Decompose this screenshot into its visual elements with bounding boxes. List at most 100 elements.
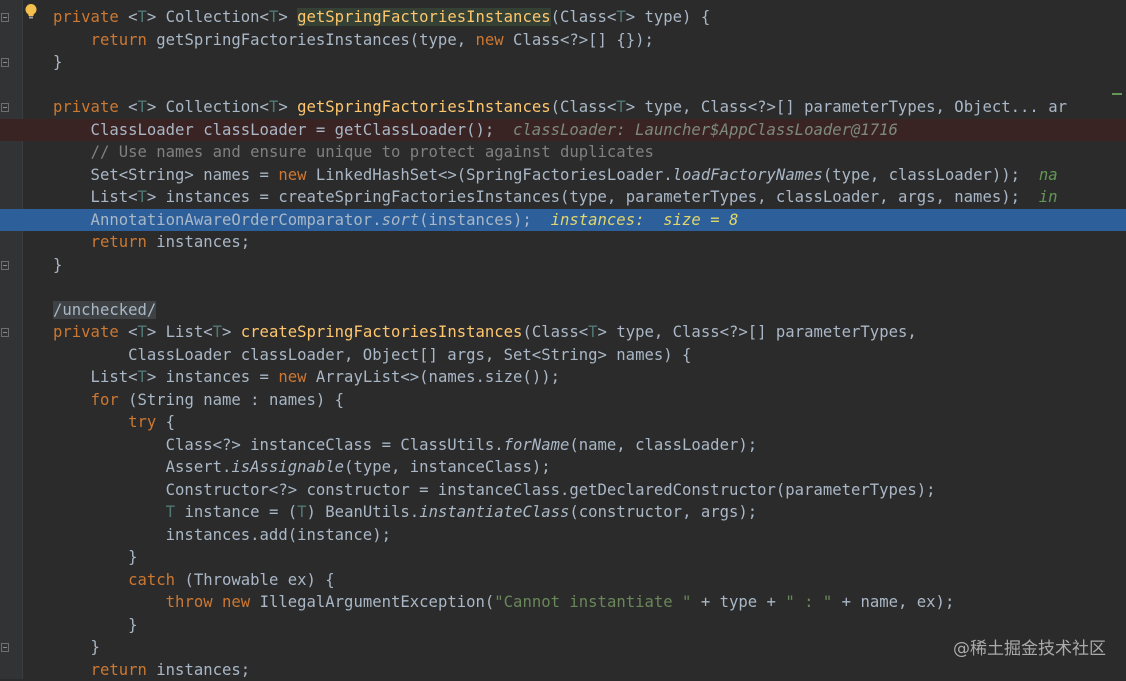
current-execution-line[interactable]: AnnotationAwareOrderComparator.sort(inst… [0, 209, 1126, 232]
token: (type, classLoader)); [823, 166, 1039, 184]
token: } [53, 616, 138, 634]
token: (Class< [522, 323, 588, 341]
code-line[interactable]: private <T> Collection<T> getSpringFacto… [0, 96, 1126, 119]
code-line[interactable]: } [0, 254, 1126, 277]
code-line[interactable]: ClassLoader classLoader, Object[] args, … [0, 344, 1126, 367]
line-text: AnnotationAwareOrderComparator.sort(inst… [53, 209, 738, 232]
code-line[interactable]: List<T> instances = new ArrayList<>(name… [0, 366, 1126, 389]
token [53, 571, 128, 589]
token [53, 143, 91, 161]
token: } [53, 638, 100, 656]
code-line[interactable]: } [0, 614, 1126, 637]
token [53, 413, 128, 431]
token: IllegalArgumentException( [260, 593, 495, 611]
line-text: } [53, 636, 100, 659]
token: instances.add(instance); [53, 526, 391, 544]
token: T [138, 98, 147, 116]
code-editor[interactable]: private <T> Collection<T> getSpringFacto… [0, 0, 1126, 679]
token: instances: size = 8 [551, 211, 739, 229]
token [53, 503, 166, 521]
code-line[interactable] [0, 74, 1126, 97]
line-text: try { [53, 411, 175, 434]
line-text: return getSpringFactoriesInstances(type,… [53, 29, 654, 52]
code-line[interactable]: catch (Throwable ex) { [0, 569, 1126, 592]
token: getSpringFactoriesInstances [297, 8, 550, 26]
line-text: throw new IllegalArgumentException("Cann… [53, 591, 954, 614]
code-line[interactable]: List<T> instances = createSpringFactorie… [0, 186, 1126, 209]
line-text: } [53, 51, 62, 74]
code-line[interactable]: private <T> Collection<T> getSpringFacto… [0, 6, 1126, 29]
token [53, 661, 91, 679]
token: for [91, 391, 129, 409]
code-line[interactable]: Class<?> instanceClass = ClassUtils.forN… [0, 434, 1126, 457]
line-text: // Use names and ensure unique to protec… [53, 141, 654, 164]
token [53, 31, 91, 49]
token: } [53, 256, 62, 274]
code-line[interactable]: Constructor<?> constructor = instanceCla… [0, 479, 1126, 502]
token: > [278, 98, 297, 116]
code-line[interactable]: T instance = (T) BeanUtils.instantiateCl… [0, 501, 1126, 524]
line-text: private <T> Collection<T> getSpringFacto… [53, 6, 710, 29]
code-line[interactable]: return instances; [0, 231, 1126, 254]
token [53, 391, 91, 409]
token: new [278, 166, 316, 184]
token: /unchecked/ [53, 301, 156, 319]
token: > type, Class<?>[] parameterTypes, Objec… [626, 98, 1067, 116]
scrollbar-marker[interactable] [1112, 93, 1122, 95]
token: > Collection< [147, 8, 269, 26]
token: > instances = [147, 368, 278, 386]
line-text: Constructor<?> constructor = instanceCla… [53, 479, 936, 502]
line-text: List<T> instances = createSpringFactorie… [53, 186, 1058, 209]
code-line[interactable]: Assert.isAssignable(type, instanceClass)… [0, 456, 1126, 479]
token: T [616, 8, 625, 26]
token: Assert. [53, 458, 231, 476]
token: T [297, 503, 306, 521]
token: instance = ( [184, 503, 297, 521]
line-text: } [53, 254, 62, 277]
code-line[interactable] [0, 276, 1126, 299]
token: throw new [166, 593, 260, 611]
token: (Class< [551, 8, 617, 26]
line-text: Set<String> names = new LinkedHashSet<>(… [53, 164, 1058, 187]
token: getSpringFactoriesInstances [297, 98, 550, 116]
code-line[interactable]: /unchecked/ [0, 299, 1126, 322]
code-line[interactable]: for (String name : names) { [0, 389, 1126, 412]
line-text: } [53, 614, 138, 637]
token: < [128, 323, 137, 341]
token: sort [382, 211, 420, 229]
code-line[interactable]: return getSpringFactoriesInstances(type,… [0, 29, 1126, 52]
token: T [269, 98, 278, 116]
code-line[interactable]: return instances; [0, 659, 1126, 681]
token: (instances); [419, 211, 550, 229]
token: private [53, 98, 128, 116]
code-line[interactable]: throw new IllegalArgumentException("Cann… [0, 591, 1126, 614]
token: ArrayList<>(names.size()); [316, 368, 560, 386]
token: isAssignable [231, 458, 344, 476]
code-line[interactable]: } [0, 51, 1126, 74]
token: ) BeanUtils. [307, 503, 420, 521]
code-line[interactable]: try { [0, 411, 1126, 434]
token: instances; [156, 661, 250, 679]
line-text: Assert.isAssignable(type, instanceClass)… [53, 456, 551, 479]
code-line[interactable]: Set<String> names = new LinkedHashSet<>(… [0, 164, 1126, 187]
token: } [53, 53, 62, 71]
line-text: Class<?> instanceClass = ClassUtils.forN… [53, 434, 757, 457]
breakpoint-line[interactable]: ClassLoader classLoader = getClassLoader… [0, 119, 1126, 142]
token: classLoader: Launcher$AppClassLoader@171… [513, 121, 898, 139]
code-line[interactable]: instances.add(instance); [0, 524, 1126, 547]
token: + name, ex); [832, 593, 954, 611]
token: new [278, 368, 316, 386]
token: catch [128, 571, 184, 589]
token: new [475, 31, 513, 49]
line-text: T instance = (T) BeanUtils.instantiateCl… [53, 501, 757, 524]
line-text: ClassLoader classLoader, Object[] args, … [53, 344, 691, 367]
token: > List< [147, 323, 213, 341]
token: return [91, 661, 157, 679]
token: (String name : names) { [128, 391, 344, 409]
code-line[interactable]: // Use names and ensure unique to protec… [0, 141, 1126, 164]
code-line[interactable]: private <T> List<T> createSpringFactorie… [0, 321, 1126, 344]
token: > [278, 8, 297, 26]
token: > type) { [626, 8, 711, 26]
line-text: instances.add(instance); [53, 524, 391, 547]
code-line[interactable]: } [0, 546, 1126, 569]
